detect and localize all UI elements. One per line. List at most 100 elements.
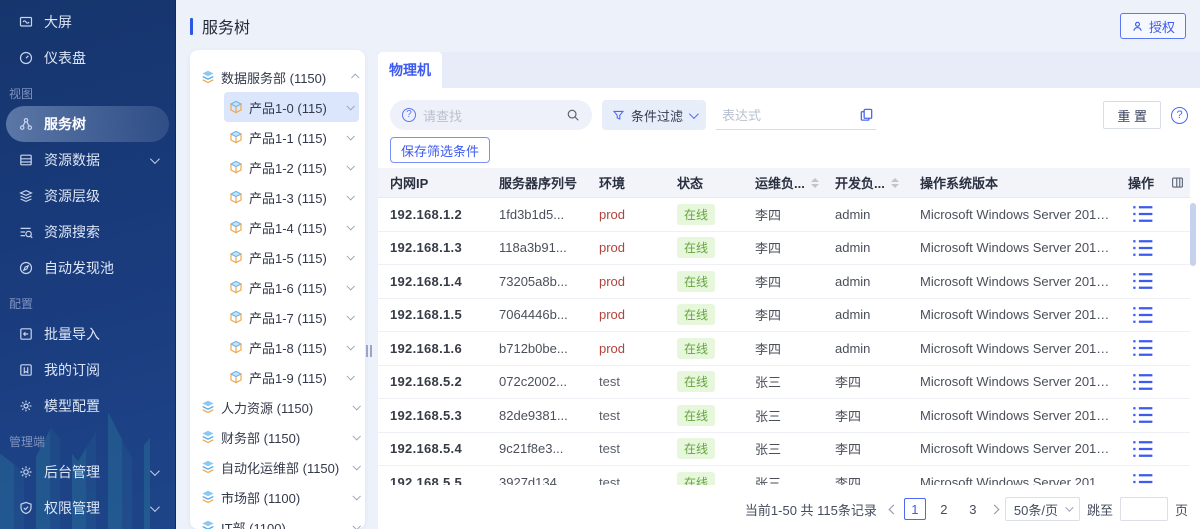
model-config-icon bbox=[18, 398, 34, 414]
table-row[interactable]: 192.168.5.382de9381...test在线张三李四Microsof… bbox=[378, 399, 1190, 433]
tree-node[interactable]: 产品1-3 (115) bbox=[224, 182, 359, 212]
vertical-scrollbar[interactable] bbox=[1190, 203, 1196, 266]
row-actions-icon[interactable] bbox=[1128, 367, 1158, 397]
tree-node-label: 自动化运维部 (1150) bbox=[221, 458, 339, 477]
expression-input[interactable]: 表达式 bbox=[716, 100, 876, 130]
table-row[interactable]: 192.168.1.3118a3b91...prod在线李四adminMicro… bbox=[378, 232, 1190, 266]
chevron-down-icon[interactable] bbox=[346, 252, 354, 260]
page-title: 服务树 bbox=[202, 14, 250, 38]
tree-node[interactable]: 产品1-9 (115) bbox=[224, 362, 359, 392]
table-cell: 张三 bbox=[743, 372, 823, 391]
tree-node[interactable]: 产品1-2 (115) bbox=[224, 152, 359, 182]
sidebar-item-resource-data[interactable]: 资源数据 bbox=[6, 142, 169, 178]
page-size-select[interactable]: 50条/页 bbox=[1005, 497, 1080, 521]
chevron-down-icon[interactable] bbox=[346, 222, 354, 230]
help-icon[interactable]: ? bbox=[1171, 107, 1188, 124]
next-page-button[interactable] bbox=[989, 504, 999, 514]
table-cell: test bbox=[587, 374, 665, 389]
column-header[interactable]: 开发负... bbox=[823, 168, 908, 197]
page-number-3[interactable]: 3 bbox=[962, 498, 984, 520]
chevron-down-icon[interactable] bbox=[352, 402, 360, 410]
table-cell bbox=[1116, 333, 1158, 363]
sidebar-item-service-tree[interactable]: 服务树 bbox=[6, 106, 169, 142]
chevron-down-icon[interactable] bbox=[346, 162, 354, 170]
tree-node[interactable]: 财务部 (1150) bbox=[200, 422, 359, 452]
search-icon[interactable] bbox=[566, 108, 580, 122]
tree-node[interactable]: 产品1-6 (115) bbox=[224, 272, 359, 302]
row-actions-icon[interactable] bbox=[1128, 333, 1158, 363]
chevron-down-icon[interactable] bbox=[346, 102, 354, 110]
authorize-button[interactable]: 授权 bbox=[1120, 13, 1186, 39]
table-row[interactable]: 192.168.1.473205a8b...prod在线李四adminMicro… bbox=[378, 265, 1190, 299]
search-input[interactable]: ? 请查找 bbox=[390, 100, 592, 130]
tree-node[interactable]: 产品1-7 (115) bbox=[224, 302, 359, 332]
chevron-down-icon[interactable] bbox=[352, 462, 360, 470]
sidebar-item-permission-admin[interactable]: 权限管理 bbox=[6, 490, 169, 526]
sidebar-item-backend-admin[interactable]: 后台管理 bbox=[6, 454, 169, 490]
table-cell: 在线 bbox=[665, 371, 743, 392]
tree-node[interactable]: 产品1-1 (115) bbox=[224, 122, 359, 152]
jump-page-input[interactable] bbox=[1120, 497, 1168, 521]
shield-icon bbox=[18, 500, 34, 516]
table-row[interactable]: 192.168.1.6b712b0be...prod在线李四adminMicro… bbox=[378, 332, 1190, 366]
tree-node[interactable]: 数据服务部 (1150) bbox=[200, 62, 359, 92]
sidebar-item-big-screen[interactable]: 大屏 bbox=[6, 4, 169, 40]
column-settings-header[interactable] bbox=[1158, 168, 1190, 197]
chevron-down-icon[interactable] bbox=[352, 492, 360, 500]
panel-resize-handle[interactable] bbox=[366, 345, 372, 357]
tree-node[interactable]: 自动化运维部 (1150) bbox=[200, 452, 359, 482]
sidebar-item-auto-discovery-pool[interactable]: 自动发现池 bbox=[6, 250, 169, 286]
chevron-down-icon[interactable] bbox=[346, 282, 354, 290]
table-cell: 李四 bbox=[743, 205, 823, 224]
tree-node[interactable]: 产品1-0 (115) bbox=[224, 92, 359, 122]
copy-icon[interactable] bbox=[859, 107, 874, 122]
row-actions-icon[interactable] bbox=[1128, 400, 1158, 430]
table-cell: admin bbox=[823, 307, 908, 322]
save-filter-button[interactable]: 保存筛选条件 bbox=[390, 137, 490, 163]
column-header[interactable]: 运维负... bbox=[743, 168, 823, 197]
table-cell: 118a3b91... bbox=[487, 240, 587, 255]
chevron-down-icon[interactable] bbox=[346, 312, 354, 320]
table-row[interactable]: 192.168.1.21fd3b1d5...prod在线李四adminMicro… bbox=[378, 198, 1190, 232]
tree-node[interactable]: 产品1-8 (115) bbox=[224, 332, 359, 362]
table-cell bbox=[1116, 467, 1158, 485]
tree-node[interactable]: 产品1-5 (115) bbox=[224, 242, 359, 272]
chevron-down-icon[interactable] bbox=[352, 432, 360, 440]
tree-node[interactable]: 人力资源 (1150) bbox=[200, 392, 359, 422]
page-number-1[interactable]: 1 bbox=[904, 498, 926, 520]
sidebar-item-my-subscription[interactable]: 我的订阅 bbox=[6, 352, 169, 388]
chevron-down-icon[interactable] bbox=[352, 522, 360, 529]
sidebar-item-batch-import[interactable]: 批量导入 bbox=[6, 316, 169, 352]
tree-node[interactable]: IT部 (1100) bbox=[200, 512, 359, 529]
row-actions-icon[interactable] bbox=[1128, 300, 1158, 330]
tree-node[interactable]: 市场部 (1100) bbox=[200, 482, 359, 512]
sidebar-item-dashboard[interactable]: 仪表盘 bbox=[6, 40, 169, 76]
table-row[interactable]: 192.168.5.49c21f8e3...test在线张三李四Microsof… bbox=[378, 433, 1190, 467]
row-actions-icon[interactable] bbox=[1128, 467, 1158, 485]
row-actions-icon[interactable] bbox=[1128, 266, 1158, 296]
chevron-down-icon[interactable] bbox=[346, 192, 354, 200]
reset-button[interactable]: 重 置 bbox=[1103, 101, 1161, 129]
table-row[interactable]: 192.168.5.53927d134...test在线张三李四Microsof… bbox=[378, 466, 1190, 485]
page-number-2[interactable]: 2 bbox=[933, 498, 955, 520]
row-actions-icon[interactable] bbox=[1128, 199, 1158, 229]
tree-node[interactable]: 产品1-4 (115) bbox=[224, 212, 359, 242]
tab-physical-machine[interactable]: 物理机 bbox=[378, 52, 442, 88]
row-actions-icon[interactable] bbox=[1128, 233, 1158, 263]
column-settings-icon[interactable] bbox=[1170, 175, 1185, 190]
chevron-up-icon[interactable] bbox=[351, 73, 359, 81]
chevron-down-icon[interactable] bbox=[346, 132, 354, 140]
sidebar-item-resource-level[interactable]: 资源层级 bbox=[6, 178, 169, 214]
sort-icon[interactable] bbox=[891, 178, 899, 188]
sidebar-item-resource-search[interactable]: 资源搜索 bbox=[6, 214, 169, 250]
row-actions-icon[interactable] bbox=[1128, 434, 1158, 464]
prev-page-button[interactable] bbox=[888, 504, 898, 514]
sidebar-item-model-config[interactable]: 模型配置 bbox=[6, 388, 169, 424]
table-row[interactable]: 192.168.1.57064446b...prod在线李四adminMicro… bbox=[378, 299, 1190, 333]
chevron-down-icon[interactable] bbox=[346, 342, 354, 350]
sort-icon[interactable] bbox=[811, 178, 819, 188]
chevron-down-icon[interactable] bbox=[346, 372, 354, 380]
filter-dropdown[interactable]: 条件过滤 bbox=[602, 100, 706, 130]
table-row[interactable]: 192.168.5.2072c2002...test在线张三李四Microsof… bbox=[378, 366, 1190, 400]
main-panel: ? 请查找 条件过滤 表达式 重 置 ? 保存筛选条件 内网IP服务器序列号环境… bbox=[378, 88, 1200, 529]
